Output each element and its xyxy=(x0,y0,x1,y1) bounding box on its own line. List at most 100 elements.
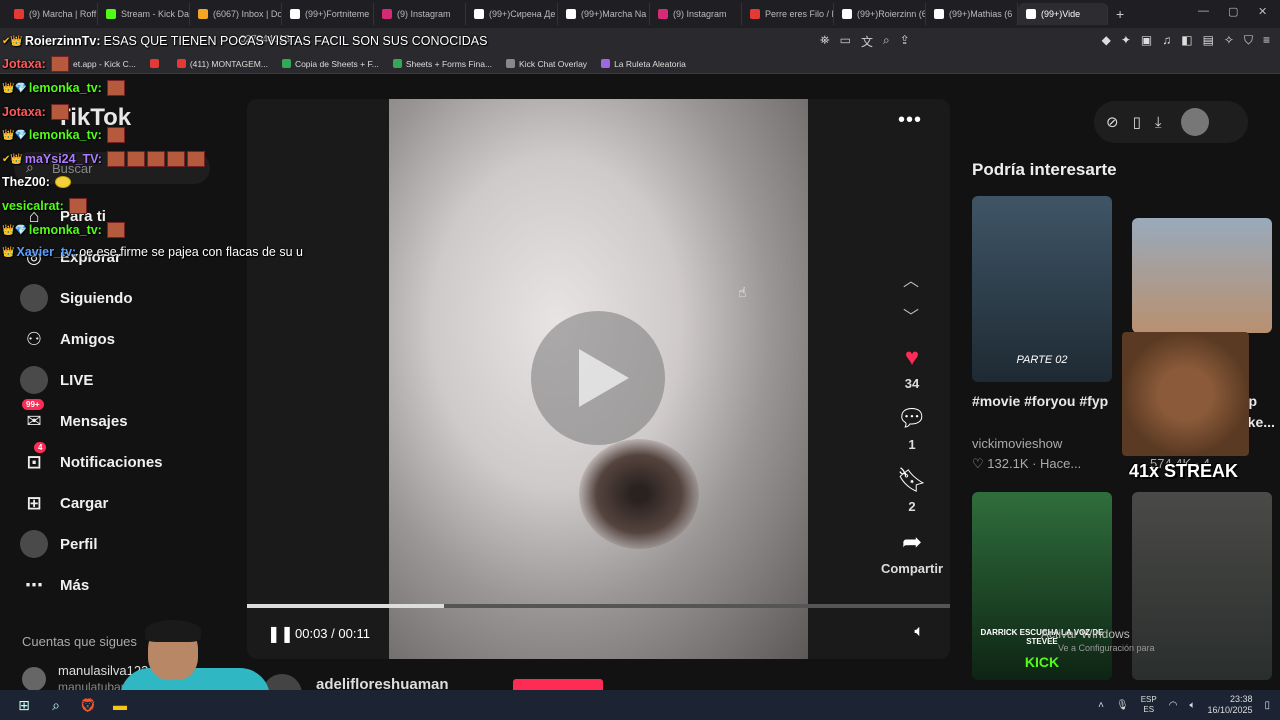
download-icon[interactable]: ⤓ xyxy=(1155,114,1162,131)
file-explorer-icon[interactable]: ▬ xyxy=(106,694,134,716)
sidebar-item-notificaciones[interactable]: ⊡ 4 Notificaciones xyxy=(20,442,163,477)
following-avatar-icon xyxy=(20,284,48,312)
browser-tab[interactable]: (99+)Marcha Na xyxy=(558,3,650,25)
chevron-down-icon[interactable]: ﹀ xyxy=(903,303,919,327)
new-tab-button[interactable]: + xyxy=(1108,6,1132,22)
ai-icon[interactable]: ✧ xyxy=(1224,33,1234,48)
activate-windows-sub: Ve a Configuración para xyxy=(1058,643,1155,653)
windows-start-icon[interactable]: ⊞ xyxy=(10,694,38,716)
chat-emote-icon xyxy=(50,56,69,72)
share-button[interactable]: ➦ Compartir xyxy=(877,528,947,576)
clock-time: 23:38 xyxy=(1229,694,1253,704)
webcam-hair xyxy=(145,620,201,642)
chat-emote-icon xyxy=(146,151,165,167)
chat-message: Jotaxa: xyxy=(2,56,69,72)
minimize-icon[interactable]: — xyxy=(1198,5,1209,17)
chat-text: ESAS QUE TIENEN POCAS VISTAS FACIL SON S… xyxy=(103,34,488,48)
chat-emote-icon xyxy=(106,127,125,143)
friends-icon: ⚇ xyxy=(25,328,43,349)
clock[interactable]: 23:38 16/10/2025 xyxy=(1207,694,1252,716)
clock-date: 16/10/2025 xyxy=(1207,705,1253,715)
shield-icon[interactable]: ⛉ xyxy=(1244,33,1253,48)
notification-badge: 4 xyxy=(34,442,47,453)
sidebar-item-amigos[interactable]: ⚇ Amigos xyxy=(20,324,115,354)
tab-favicon-icon xyxy=(934,9,944,19)
microphone-icon[interactable]: 🎙︎ xyxy=(1116,700,1129,711)
device-icon[interactable]: ▯ xyxy=(1133,113,1141,131)
avatar[interactable] xyxy=(22,667,46,691)
webcam-overlay xyxy=(120,620,270,698)
maximize-icon[interactable]: ▢ xyxy=(1228,5,1238,18)
pause-button[interactable]: ❚❚ xyxy=(267,624,294,644)
chevron-up-icon[interactable]: ︿ xyxy=(903,267,919,291)
avatar[interactable] xyxy=(1181,108,1210,136)
sidebar-item-live[interactable]: LIVE xyxy=(20,365,93,395)
browser-tab[interactable]: (99+)Mathias (6 xyxy=(926,3,1018,25)
notification-icon[interactable]: ▯ xyxy=(1264,700,1270,711)
sidebar-item-mensajes[interactable]: ✉ 99+ Mensajes xyxy=(20,399,128,436)
brave-browser-icon[interactable]: 🦁︎ xyxy=(74,694,102,716)
menu-icon[interactable]: ≡ xyxy=(1263,33,1270,48)
play-button[interactable] xyxy=(531,311,665,445)
extension-icon[interactable]: ◆ xyxy=(1102,33,1111,48)
chevron-up-icon[interactable]: ˄ xyxy=(1098,700,1104,711)
sidebar-item-label: Perfil xyxy=(60,535,98,553)
screenshot-icon[interactable]: ▣ xyxy=(1141,33,1152,48)
pip-icon[interactable]: ▭ xyxy=(840,33,851,50)
translate-icon[interactable]: 文 xyxy=(861,33,873,50)
zoom-icon[interactable]: ⌕ xyxy=(883,33,890,50)
coins-icon[interactable]: ⊘ xyxy=(1106,113,1119,131)
sidebar-item-ms[interactable]: ⋯ Más xyxy=(20,570,89,600)
recommendation-description[interactable]: #movie #foryou #fyp xyxy=(972,391,1112,412)
sidebar-item-label: Amigos xyxy=(60,330,116,348)
recommendation-thumbnail[interactable]: PARTE 02 xyxy=(972,196,1112,382)
taskbar-search-icon[interactable]: ⌕ xyxy=(42,694,70,716)
bookmark-label: Kick Chat Overlay xyxy=(519,58,588,69)
sidebar-item-label: Notificaciones xyxy=(60,453,163,471)
video-content xyxy=(579,439,699,549)
chat-emote-icon xyxy=(106,151,125,167)
volume-icon[interactable]: 🔈︎ xyxy=(914,623,924,641)
chat-badge-icon: 👑💎 xyxy=(2,82,27,94)
like-button[interactable]: ♥ 34 xyxy=(877,344,947,391)
video-progress-bar[interactable] xyxy=(247,604,950,608)
language-indicator[interactable]: ESP ES xyxy=(1141,695,1157,715)
chat-message: Jotaxa: xyxy=(2,104,69,120)
streak-overlay-image xyxy=(1122,332,1249,456)
browser-tab[interactable]: Perre eres Filo / F xyxy=(742,3,834,25)
wallet-icon[interactable]: ▤ xyxy=(1203,33,1214,48)
volume-icon[interactable]: 🔈︎ xyxy=(1189,700,1195,711)
recommendation-author[interactable]: vickimovieshow xyxy=(972,436,1062,451)
chat-username: lemonka_tv: xyxy=(28,81,102,95)
more-options-icon[interactable]: ••• xyxy=(898,109,922,132)
recommendation-thumbnail[interactable] xyxy=(1132,218,1272,333)
language-code: ESP xyxy=(1140,695,1157,704)
system-tray: ˄ 🎙︎ ESP ES ◠ 🔈︎ 23:38 16/10/2025 ▯ xyxy=(1098,694,1270,716)
save-count: 2 xyxy=(908,499,916,514)
bookmark-item[interactable]: La Ruleta Aleatoria xyxy=(601,59,686,69)
recommendation-likes: ♡ 132.1K · Hace... xyxy=(972,456,1082,471)
sidebar-item-perfil[interactable]: Perfil xyxy=(20,529,98,559)
chat-emote-icon xyxy=(186,151,205,167)
comment-button[interactable]: 💬︎ 1 xyxy=(877,404,947,452)
messages-icon: ✉ 99+ xyxy=(20,399,48,435)
tab-label: (99+)Vide xyxy=(1041,9,1081,19)
sidebar-item-siguiendo[interactable]: Siguiendo xyxy=(20,283,133,313)
chat-username: lemonka_tv: xyxy=(28,128,102,142)
browser-tab[interactable]: (99+)Vide xyxy=(1018,3,1108,25)
sidebar-icon[interactable]: ◧ xyxy=(1181,33,1192,48)
sidebar-item-cargar[interactable]: ⊞ Cargar xyxy=(20,488,108,518)
music-icon[interactable]: ♫ xyxy=(1162,33,1171,48)
wifi-icon[interactable]: ◠ xyxy=(1169,700,1178,711)
browser-tab[interactable]: (99+)Roierzinn (6 xyxy=(834,3,926,25)
puzzle-icon[interactable]: ✦ xyxy=(1121,33,1131,48)
share-icon[interactable]: ⇪ xyxy=(900,33,910,50)
video-time: 00:03 / 00:11 xyxy=(295,626,370,641)
close-window-icon[interactable]: ✕ xyxy=(1258,5,1267,18)
streak-label: 41x STREAK xyxy=(1129,461,1239,481)
top-right-actions: ⊘ ▯ ⤓ xyxy=(1094,101,1248,143)
reader-icon[interactable]: ⛯ xyxy=(820,33,830,50)
address-bar-actions: ⛯ ▭ 文 ⌕ ⇪ xyxy=(820,33,910,50)
browser-tab[interactable]: (9) Instagram xyxy=(650,3,742,25)
save-button[interactable]: 🔖︎ 2 xyxy=(877,466,947,514)
